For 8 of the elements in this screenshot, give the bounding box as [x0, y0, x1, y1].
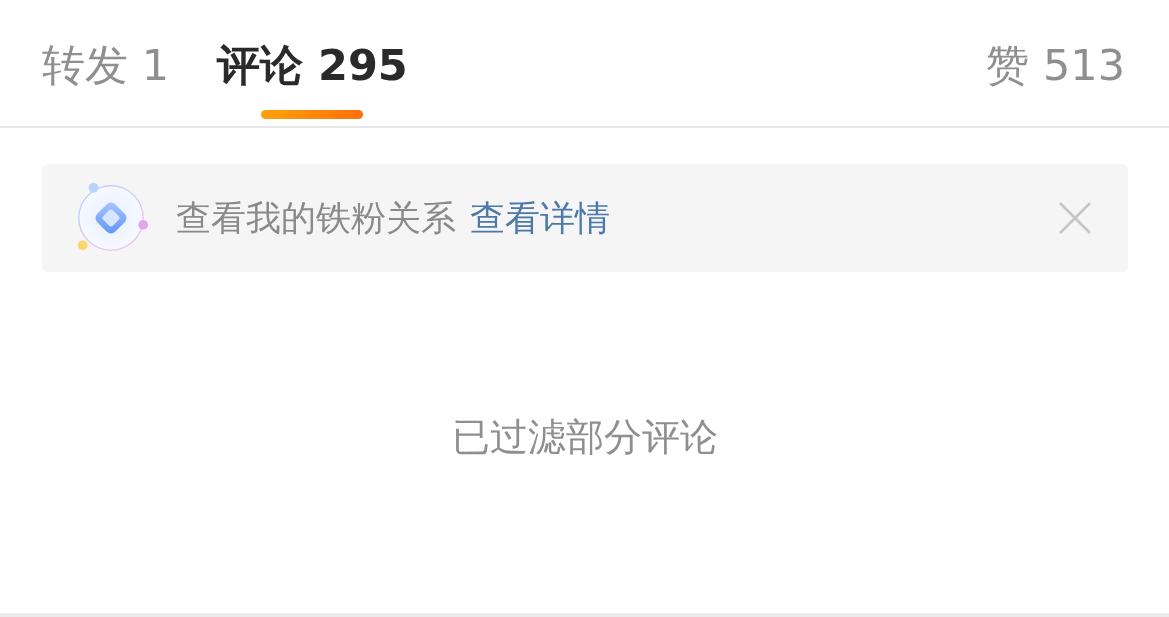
close-button[interactable] — [1058, 201, 1092, 235]
details-link[interactable]: 查看详情 — [470, 194, 610, 242]
tab[interactable]: 赞 513 — [986, 0, 1125, 90]
tab[interactable]: 转发 1 — [42, 0, 170, 90]
banner-text: 查看我的铁粉关系 — [176, 196, 456, 240]
close-icon — [1058, 201, 1092, 235]
tab[interactable]: 评论 295 — [217, 0, 408, 127]
filtered-notice: 已过滤部分评论 — [451, 414, 718, 461]
